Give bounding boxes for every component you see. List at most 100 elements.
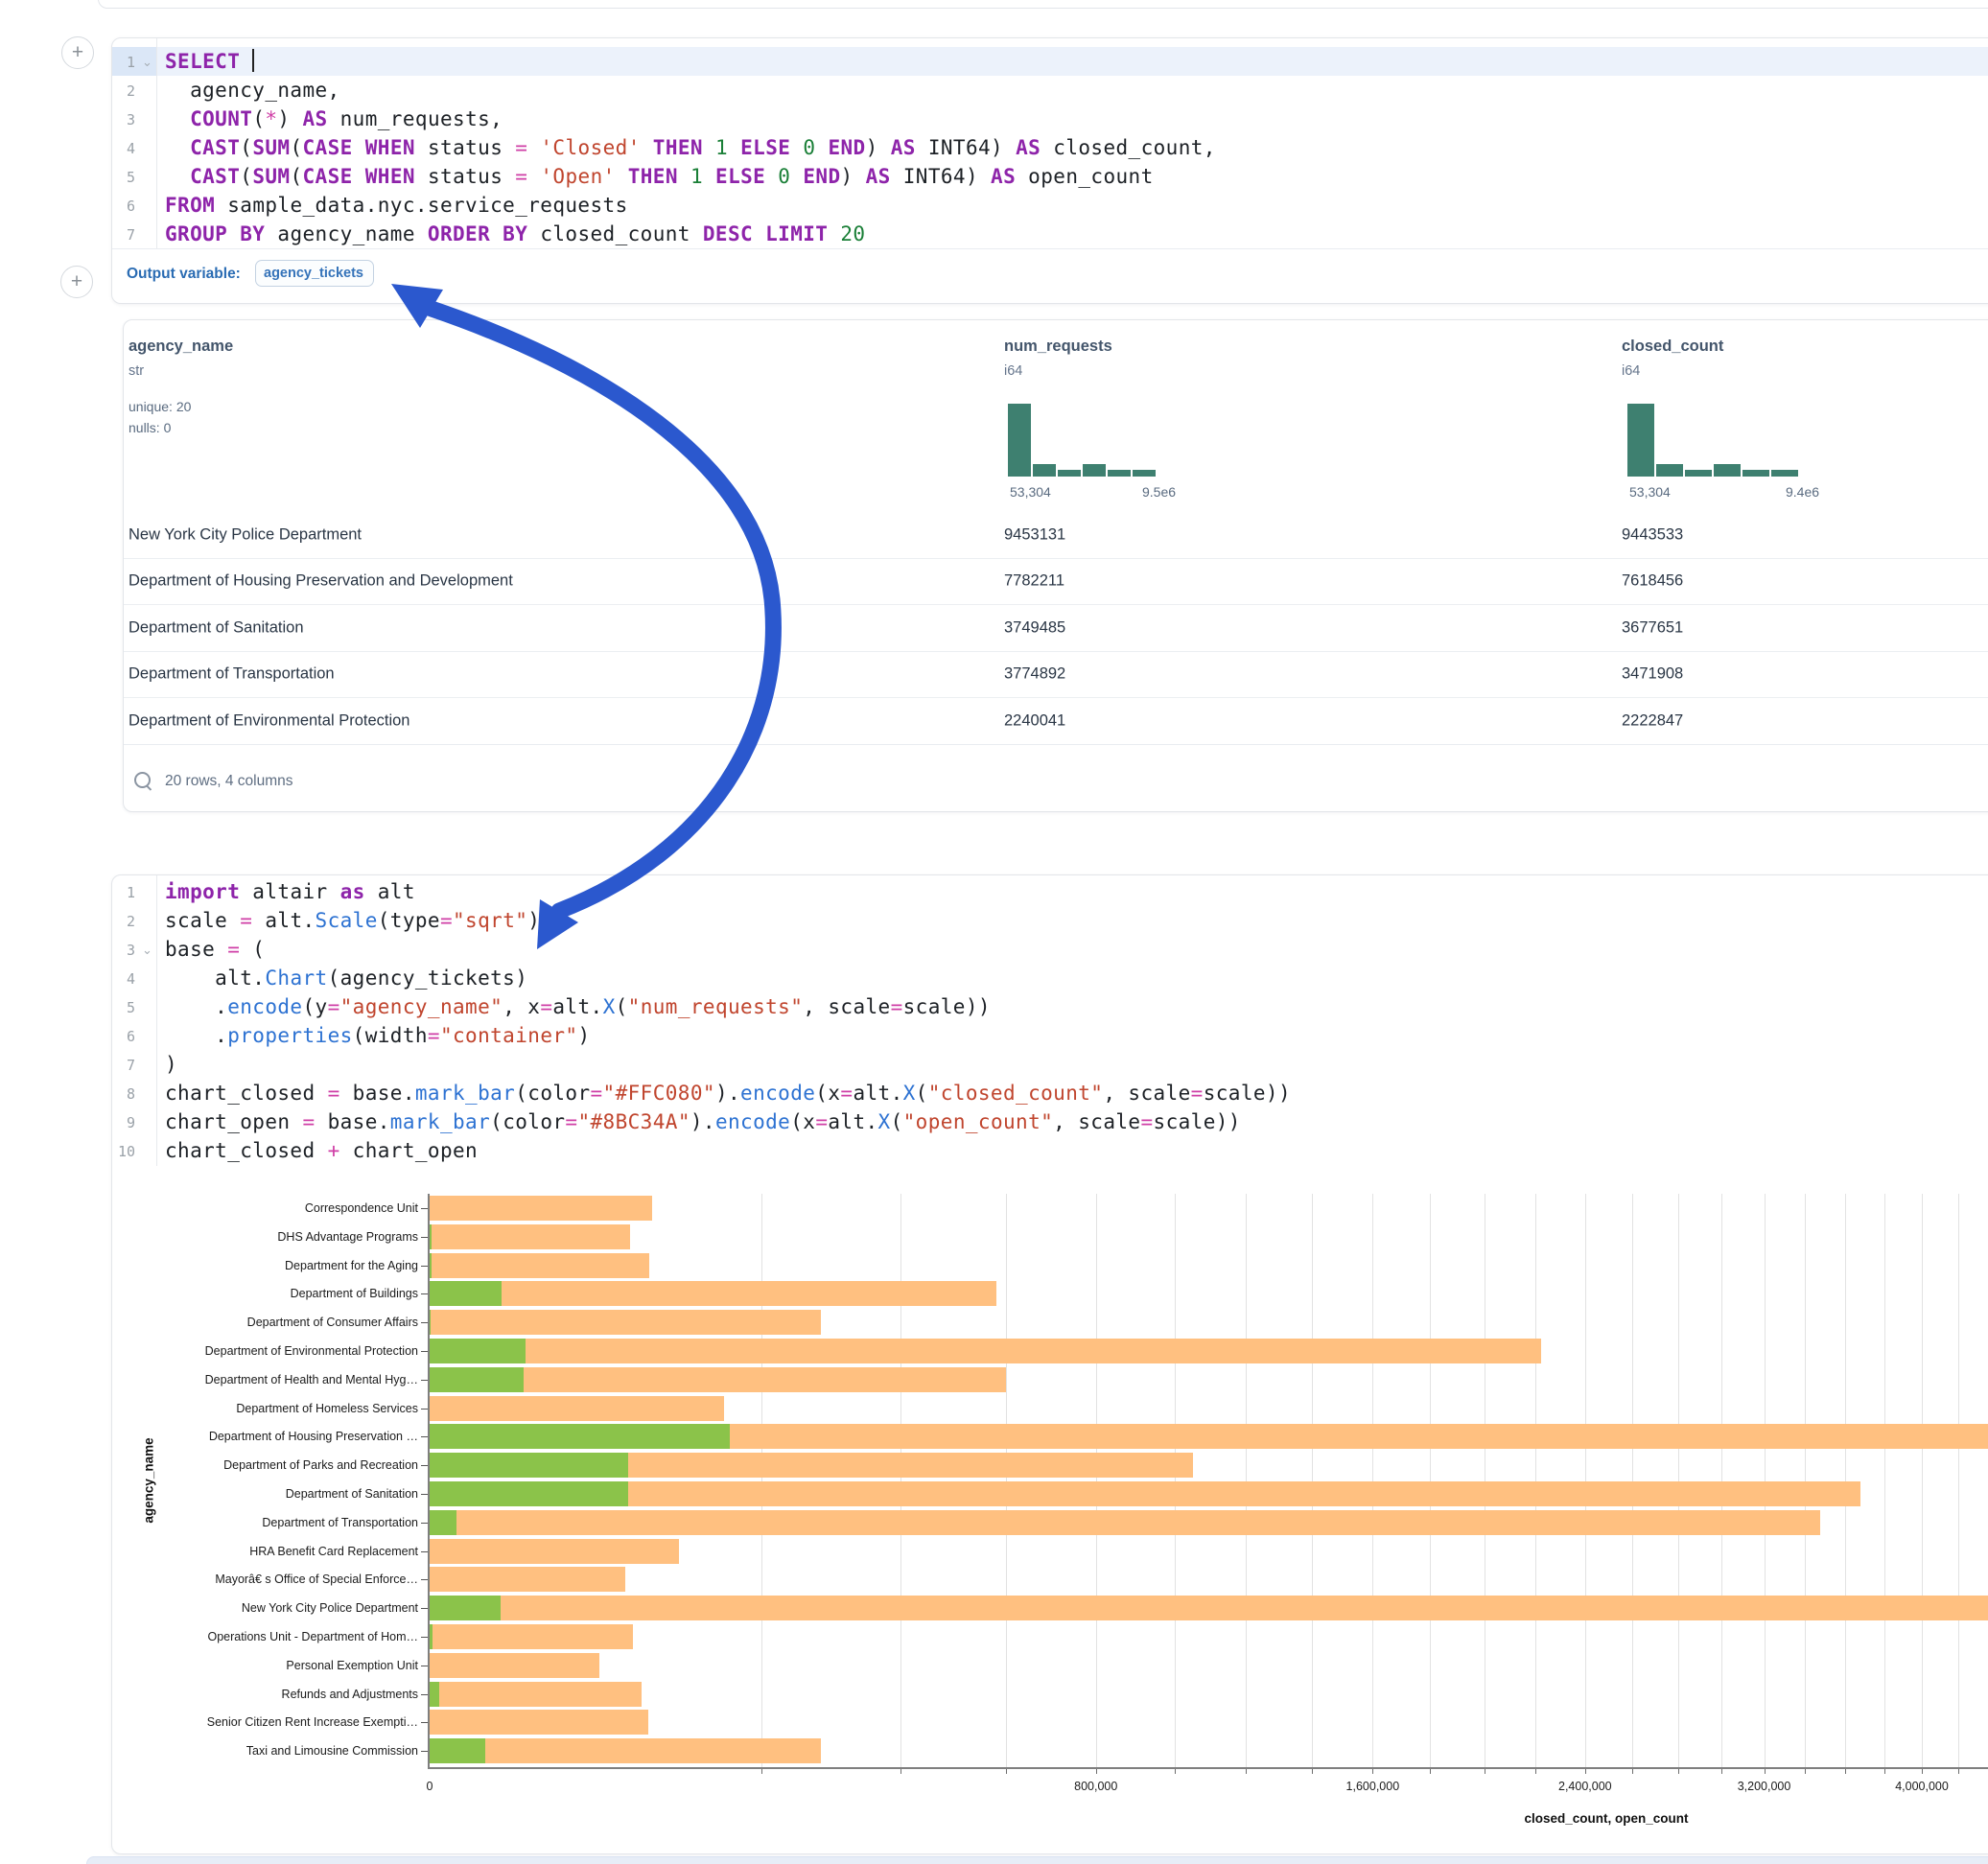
y-axis-label: Taxi and Limousine Commission: [130, 1744, 418, 1758]
bar-open-count: [428, 1738, 485, 1763]
histogram-max-label: 9.5e6: [1142, 484, 1176, 500]
y-axis-tick: [421, 1237, 428, 1238]
x-axis-tick: [1006, 1768, 1007, 1774]
bar-closed-count: [428, 1567, 625, 1592]
gridline: [1096, 1194, 1097, 1767]
x-axis-tick: [1312, 1768, 1313, 1774]
search-icon[interactable]: [134, 772, 151, 788]
table-row[interactable]: Department of Housing Preservation and D…: [124, 558, 1988, 605]
y-axis-tick: [421, 1694, 428, 1695]
y-axis-label: New York City Police Department: [130, 1601, 418, 1615]
code-line: COUNT(*) AS num_requests,: [165, 105, 503, 133]
histogram-bar: [1008, 404, 1031, 477]
y-axis-label: Department of Parks and Recreation: [130, 1458, 418, 1472]
column-stat: nulls: 0: [129, 420, 171, 435]
x-axis-tick: [1958, 1768, 1959, 1774]
code-line: base = (: [165, 935, 265, 964]
line-number: 9: [103, 1114, 135, 1131]
column-header-agency_name[interactable]: agency_name: [129, 338, 233, 356]
histogram-bar: [1108, 470, 1131, 477]
line-number: 1: [103, 54, 135, 71]
output-variable-pill[interactable]: agency_tickets: [255, 260, 374, 287]
table-row[interactable]: Department of Transportation377489234719…: [124, 651, 1988, 698]
y-axis-label: Department for the Aging: [130, 1259, 418, 1272]
x-axis-tick-label: 3,200,000: [1738, 1780, 1791, 1793]
line-number: 5: [103, 999, 135, 1016]
histogram-min-label: 53,304: [1010, 484, 1051, 500]
x-axis-tick: [1372, 1768, 1373, 1774]
add-cell-button-below-sql[interactable]: +: [60, 266, 93, 298]
y-axis-tick: [421, 1322, 428, 1323]
y-axis-tick: [421, 1523, 428, 1524]
x-axis-tick: [1246, 1768, 1247, 1774]
y-axis-tick: [421, 1608, 428, 1609]
line-number: 4: [103, 140, 135, 157]
bar-open-count: [428, 1481, 628, 1506]
code-line: FROM sample_data.nyc.service_requests: [165, 191, 628, 220]
line-number: 6: [103, 1028, 135, 1045]
table-row[interactable]: New York City Police Department945313194…: [124, 512, 1988, 559]
x-axis-tick: [1585, 1768, 1586, 1774]
y-axis-label: Department of Homeless Services: [130, 1402, 418, 1415]
x-axis-tick: [1805, 1768, 1806, 1774]
histogram-bar: [1742, 470, 1769, 477]
histogram-bar: [1714, 464, 1741, 477]
x-axis-tick: [1721, 1768, 1722, 1774]
code-line: chart_closed + chart_open: [165, 1136, 478, 1165]
column-type: str: [129, 363, 144, 379]
histogram-min-label: 53,304: [1629, 484, 1671, 500]
bar-open-count: [428, 1424, 730, 1449]
gridline: [1845, 1194, 1846, 1767]
cell-num_requests: 3749485: [1004, 618, 1065, 637]
y-axis-tick: [421, 1465, 428, 1466]
cell-agency_name: Department of Environmental Protection: [129, 711, 409, 730]
add-cell-button-top[interactable]: +: [61, 36, 94, 69]
line-number: 7: [103, 1057, 135, 1074]
line-number: 5: [103, 169, 135, 186]
bar-open-count: [428, 1453, 628, 1478]
line-number: 7: [103, 226, 135, 244]
y-axis-label: Correspondence Unit: [130, 1201, 418, 1215]
cell-closed_count: 2222847: [1622, 711, 1683, 730]
notebook-page: + + 1⌄SELECT 2 agency_name,3 COUNT(*) AS…: [0, 0, 1988, 1864]
bar-open-count: [428, 1682, 439, 1707]
code-line: scale = alt.Scale(type="sqrt"): [165, 906, 540, 935]
y-axis-label: DHS Advantage Programs: [130, 1230, 418, 1244]
y-axis-tick: [421, 1637, 428, 1638]
y-axis-label: Department of Consumer Affairs: [130, 1316, 418, 1329]
bar-closed-count: [428, 1653, 599, 1678]
bar-closed-count: [428, 1339, 1541, 1363]
fold-chevron-icon[interactable]: ⌄: [142, 943, 152, 958]
gridline: [1585, 1194, 1586, 1767]
y-axis-label: Department of Health and Mental Hyg…: [130, 1373, 418, 1386]
cell-closed_count: 3677651: [1622, 618, 1683, 637]
sql-gutter-divider: [156, 38, 157, 248]
y-axis-tick: [421, 1579, 428, 1580]
y-axis-label: Department of Sanitation: [130, 1487, 418, 1501]
fold-chevron-icon[interactable]: ⌄: [142, 55, 152, 70]
code-line: GROUP BY agency_name ORDER BY closed_cou…: [165, 220, 865, 248]
bar-open-count: [428, 1596, 501, 1620]
gridline: [1632, 1194, 1633, 1767]
gridline: [1175, 1194, 1176, 1767]
cell-agency_name: Department of Transportation: [129, 665, 335, 684]
bar-open-count: [428, 1367, 524, 1392]
x-axis-tick: [1430, 1768, 1431, 1774]
histogram-bar: [1033, 464, 1056, 477]
histogram-bar: [1656, 464, 1683, 477]
gridline: [1765, 1194, 1766, 1767]
cell-agency_name: New York City Police Department: [129, 526, 362, 545]
column-header-closed_count[interactable]: closed_count: [1622, 338, 1723, 356]
table-row[interactable]: Department of Sanitation37494853677651: [124, 605, 1988, 652]
text-cursor: [252, 49, 254, 72]
cell-num_requests: 7782211: [1004, 572, 1064, 591]
column-header-num_requests[interactable]: num_requests: [1004, 338, 1112, 356]
bar-open-count: [428, 1510, 456, 1535]
code-line: SELECT: [165, 47, 254, 76]
bar-closed-count: [428, 1738, 821, 1763]
line-number: 3: [103, 111, 135, 128]
gridline: [1535, 1194, 1536, 1767]
sql-output-separator: [112, 248, 1988, 249]
y-axis-tick: [421, 1551, 428, 1552]
table-row[interactable]: Department of Environmental Protection 22…: [124, 698, 1988, 745]
